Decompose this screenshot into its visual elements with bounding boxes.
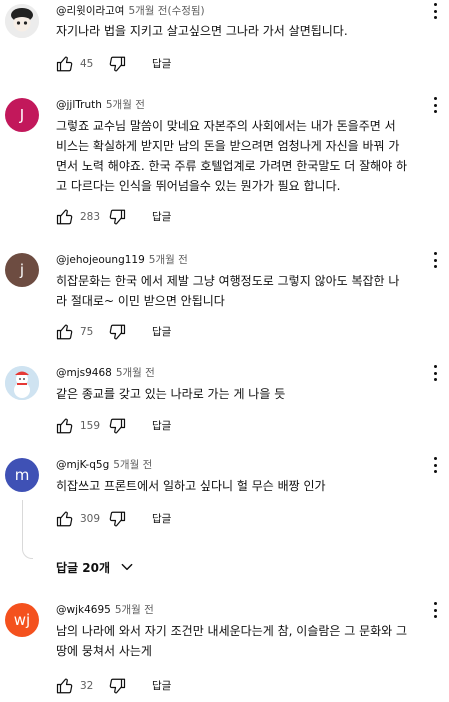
chevron-down-icon	[121, 563, 133, 571]
comment-meta: @wjk4695 5개월 전	[56, 603, 154, 617]
replies-count-label: 답글 20개	[56, 560, 110, 575]
comment-author[interactable]: @wjk4695	[56, 604, 111, 616]
like-count: 45	[80, 58, 94, 70]
comment-meta: @jjlTruth 5개월 전	[56, 98, 145, 112]
comment-actions: 75 답글	[56, 323, 256, 341]
thumb-up-outline-icon[interactable]	[56, 510, 74, 528]
thread-connector	[22, 500, 33, 559]
like-count: 32	[80, 680, 94, 692]
comment-actions: 283 답글	[56, 208, 256, 226]
comment-meta: @mjK-q5g 5개월 전	[56, 458, 152, 472]
comment-text: 남의 나라에 와서 자기 조건만 내세운다는게 참, 이슬람은 그 문화와 그 …	[56, 624, 408, 658]
reply-button[interactable]: 답글	[152, 678, 171, 694]
comment-time[interactable]: 5개월 전	[149, 254, 188, 266]
comment-text: 히잡쓰고 프론트에서 일하고 싶다니 헐 무슨 배짱 인가	[56, 479, 326, 493]
comment-author[interactable]: @mjs9468	[56, 367, 112, 379]
thumb-down-outline-icon[interactable]	[108, 323, 126, 341]
comment-meta: @리윗이라고여 5개월 전(수정됨)	[56, 4, 205, 18]
reply-button[interactable]: 답글	[152, 56, 171, 72]
more-vert-icon[interactable]	[428, 364, 442, 382]
reply-button[interactable]: 답글	[152, 324, 171, 340]
comment-text: 히잡문화는 한국 에서 제발 그냥 여행정도로 그렇지 않아도 복잡한 나 라 …	[56, 274, 400, 308]
comment-time[interactable]: 5개월 전	[113, 459, 152, 471]
thumb-down-outline-icon[interactable]	[108, 417, 126, 435]
thumb-down-outline-icon[interactable]	[108, 55, 126, 73]
comment-actions: 159 답글	[56, 417, 256, 435]
snowman-avatar-icon	[5, 366, 39, 400]
like-count: 309	[80, 513, 101, 525]
comment-time[interactable]: 5개월 전(수정됨)	[128, 5, 204, 17]
like-count: 283	[80, 211, 101, 223]
thumb-up-outline-icon[interactable]	[56, 208, 74, 226]
comment-meta: @mjs9468 5개월 전	[56, 366, 155, 380]
thumb-down-outline-icon[interactable]	[108, 510, 126, 528]
comment-author[interactable]: @jjlTruth	[56, 99, 102, 111]
comment-author[interactable]: @mjK-q5g	[56, 459, 109, 471]
like-count: 159	[80, 420, 101, 432]
replies-toggle-button[interactable]: 답글 20개	[56, 558, 134, 576]
more-vert-icon[interactable]	[428, 251, 442, 269]
avatar[interactable]: m	[5, 458, 39, 492]
thumb-down-outline-icon[interactable]	[108, 677, 126, 695]
comment-time[interactable]: 5개월 전	[106, 99, 145, 111]
comment-actions: 45 답글	[56, 55, 256, 73]
comment-text: 그렇죠 교수님 말씀이 맞네요 자본주의 사회에서는 내가 돈을주면 서 비스는…	[56, 119, 408, 193]
comment-text: 같은 종교를 갖고 있는 나라로 가는 게 나을 듯	[56, 387, 286, 401]
avatar[interactable]: j	[5, 253, 39, 287]
thumb-up-outline-icon[interactable]	[56, 417, 74, 435]
avatar-illustration-icon	[5, 4, 39, 38]
more-vert-icon[interactable]	[428, 601, 442, 619]
avatar[interactable]: J	[5, 98, 39, 132]
thumb-down-outline-icon[interactable]	[108, 208, 126, 226]
avatar[interactable]: wj	[5, 603, 39, 637]
thumb-up-outline-icon[interactable]	[56, 677, 74, 695]
comment-text: 자기나라 법을 지키고 살고싶으면 그나라 가서 살면됩니다.	[56, 24, 348, 38]
comment-author[interactable]: @jehojeoung119	[56, 254, 145, 266]
reply-button[interactable]: 답글	[152, 209, 171, 225]
comment-actions: 309 답글	[56, 510, 256, 528]
more-vert-icon[interactable]	[428, 96, 442, 114]
comment-actions: 32 답글	[56, 677, 256, 695]
thumb-up-outline-icon[interactable]	[56, 55, 74, 73]
comment-author[interactable]: @리윗이라고여	[56, 5, 124, 17]
more-vert-icon[interactable]	[428, 456, 442, 474]
thumb-up-outline-icon[interactable]	[56, 323, 74, 341]
comment-meta: @jehojeoung119 5개월 전	[56, 253, 188, 267]
like-count: 75	[80, 326, 94, 338]
reply-button[interactable]: 답글	[152, 511, 171, 527]
reply-button[interactable]: 답글	[152, 418, 171, 434]
more-vert-icon[interactable]	[428, 2, 442, 20]
comment-time[interactable]: 5개월 전	[115, 604, 154, 616]
comment-time[interactable]: 5개월 전	[116, 367, 155, 379]
